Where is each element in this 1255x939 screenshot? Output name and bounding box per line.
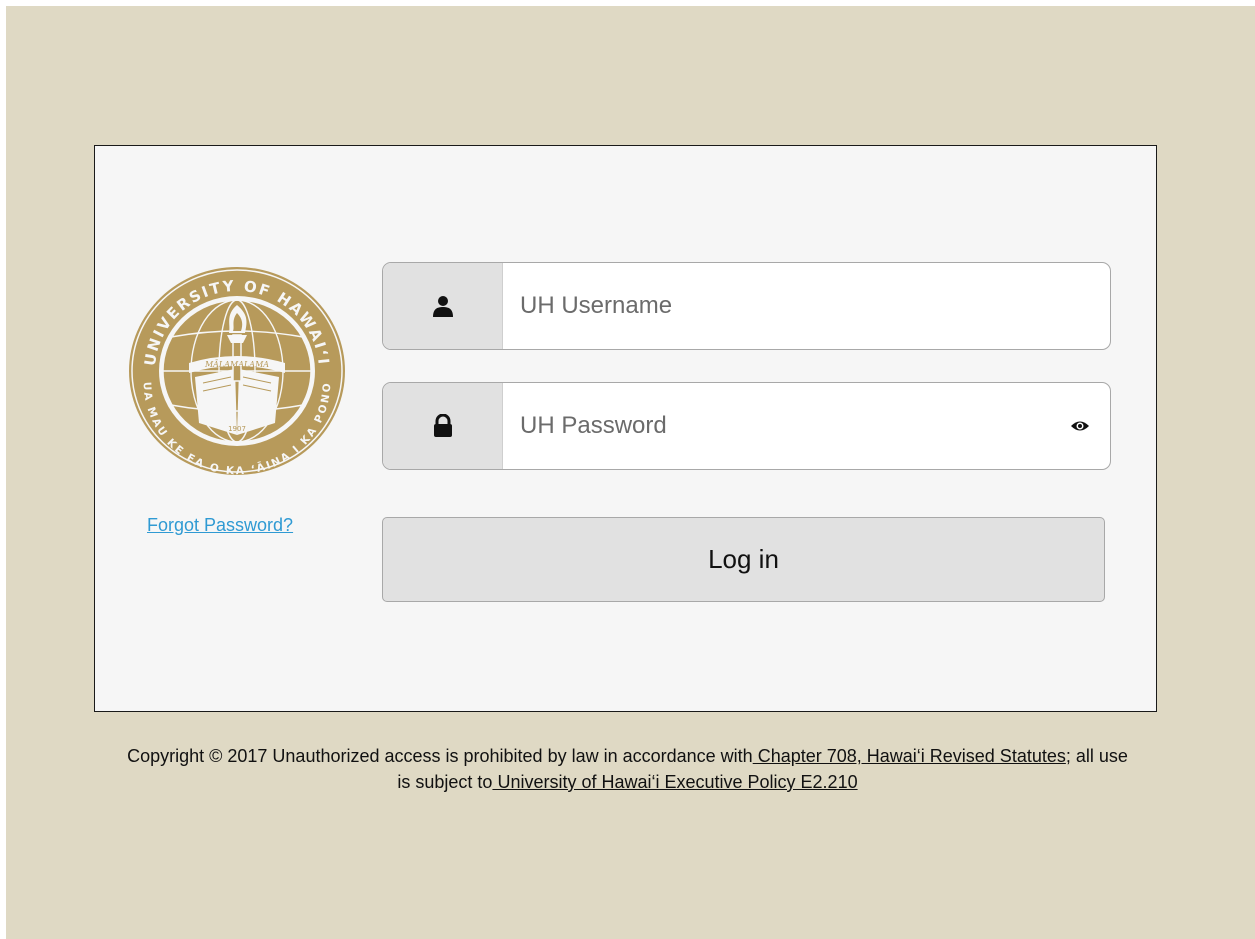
username-input[interactable] [503, 263, 1110, 349]
forgot-password-link[interactable]: Forgot Password? [147, 515, 293, 536]
show-password-toggle[interactable] [1050, 383, 1110, 469]
footer-legal-notice: Copyright © 2017 Unauthorized access is … [120, 743, 1135, 795]
executive-policy-link[interactable]: University of Hawai‘i Executive Policy E… [492, 772, 857, 792]
footer-text-copyright: Copyright © 2017 Unauthorized access is … [127, 746, 753, 766]
password-input[interactable] [503, 383, 1050, 469]
login-button[interactable]: Log in [382, 517, 1105, 602]
password-addon [383, 383, 503, 469]
seal-graphic: MĀLAMALAMA 1907 UNIVERSITY OF HAWAI‘I UA… [129, 267, 345, 477]
svg-text:1907: 1907 [228, 425, 246, 433]
university-seal-logo: MĀLAMALAMA 1907 UNIVERSITY OF HAWAI‘I UA… [127, 265, 347, 477]
password-field [382, 382, 1111, 470]
username-field [382, 262, 1111, 350]
lock-icon [433, 414, 452, 437]
username-addon [383, 263, 503, 349]
eye-icon [1071, 421, 1089, 431]
svg-text:MĀLAMALAMA: MĀLAMALAMA [204, 360, 269, 369]
chapter-708-link[interactable]: Chapter 708, Hawai‘i Revised Statutes [753, 746, 1066, 766]
user-icon [432, 296, 453, 317]
